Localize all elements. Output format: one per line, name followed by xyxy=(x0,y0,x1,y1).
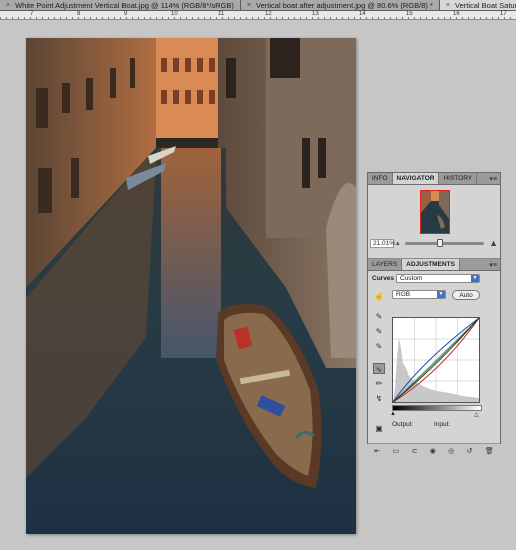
document-tab-label: Vertical Boat Saturation 1.jpg @ 100% (R… xyxy=(454,1,516,10)
document-tab[interactable]: × Vertical boat after adjustment.jpg @ 8… xyxy=(240,0,440,10)
document-tab-label: Vertical boat after adjustment.jpg @ 80.… xyxy=(256,1,433,10)
zoom-slider-handle[interactable] xyxy=(437,238,444,247)
gradient-bar xyxy=(392,405,482,411)
panel-footer: ⇤ ▭ ⊂ ◉ ◎ ↺ 🗑 xyxy=(368,443,500,457)
mountain-small-icon[interactable]: ▴ xyxy=(396,239,400,247)
ruler-number: 7 xyxy=(30,11,34,17)
adjustments-tabs: LAYERS ADJUSTMENTS ▾≡ xyxy=(368,259,500,271)
tab-history[interactable]: HISTORY xyxy=(439,173,478,184)
pencil-icon[interactable]: ✏ xyxy=(373,378,385,389)
preset-select[interactable]: Custom ▼ xyxy=(396,274,480,283)
gray-eyedropper-icon[interactable]: ✎ xyxy=(373,326,385,337)
white-eyedropper-icon[interactable]: ✎ xyxy=(373,341,385,352)
ruler-number: 17 xyxy=(500,11,507,17)
view-previous-icon[interactable]: ◎ xyxy=(448,447,454,455)
channel-select[interactable]: RGB ▼ xyxy=(392,290,446,299)
ruler-number: 16 xyxy=(453,11,460,17)
zoom-field[interactable]: 21.01% xyxy=(370,238,395,248)
zoom-bar: 21.01% ▴ ▲ xyxy=(368,237,500,249)
close-icon[interactable]: × xyxy=(247,0,251,10)
document-tab[interactable]: × White Point Adjustment Vertical Boat.j… xyxy=(0,0,241,10)
trash-icon[interactable]: 🗑 xyxy=(485,447,494,455)
document-tab-active[interactable]: × Vertical Boat Saturation 1.jpg @ 100% … xyxy=(439,0,516,10)
chevron-down-icon: ▼ xyxy=(471,275,479,282)
navigator-panel: 21.01% ▴ ▲ xyxy=(368,185,500,259)
document-tab-label: White Point Adjustment Vertical Boat.jpg… xyxy=(15,1,234,10)
targeted-adjust-hand-icon[interactable]: ☝ xyxy=(373,291,385,302)
channel-value: RGB xyxy=(396,291,411,298)
input-label: Input: xyxy=(434,421,451,428)
mountain-large-icon[interactable]: ▲ xyxy=(489,238,498,248)
smooth-icon[interactable]: ↯ xyxy=(373,393,385,404)
black-eyedropper-icon[interactable]: ✎ xyxy=(373,311,385,322)
output-label: Output: xyxy=(392,421,414,428)
canvas-photo[interactable] xyxy=(26,38,356,534)
ruler-number: 13 xyxy=(312,11,319,17)
curves-label: Curves xyxy=(372,275,395,282)
zoom-slider[interactable] xyxy=(404,238,485,247)
panel-group: INFO NAVIGATOR HISTORY ▾≡ 21.01% ▴ ▲ LAY… xyxy=(367,172,501,455)
tab-navigator[interactable]: NAVIGATOR xyxy=(392,173,440,184)
thumbnail-image xyxy=(421,191,449,233)
close-icon[interactable]: × xyxy=(446,0,450,10)
clipping-warning-icon[interactable]: ▣ xyxy=(373,423,385,434)
navigator-thumbnail[interactable] xyxy=(420,190,450,234)
white-point-slider[interactable]: △ xyxy=(474,411,479,418)
ruler-number: 12 xyxy=(265,11,272,17)
auto-button[interactable]: Auto xyxy=(452,290,480,300)
tab-info[interactable]: INFO xyxy=(368,173,393,184)
curve-edit-icon[interactable]: ∿ xyxy=(373,363,385,374)
tab-layers[interactable]: LAYERS xyxy=(368,259,403,270)
panel-menu-icon[interactable]: ▾≡ xyxy=(489,175,497,183)
expanded-view-icon[interactable]: ▭ xyxy=(392,447,399,455)
ruler-number: 15 xyxy=(406,11,413,17)
preset-value: Custom xyxy=(400,275,423,282)
panel-menu-icon[interactable]: ▾≡ xyxy=(489,261,497,269)
close-icon[interactable]: × xyxy=(6,0,10,10)
document-tab-bar: × White Point Adjustment Vertical Boat.j… xyxy=(0,0,516,11)
ruler-number: 8 xyxy=(77,11,81,17)
ruler-number: 14 xyxy=(359,11,366,17)
adjustments-panel: Curves Custom ▼ ☝ RGB ▼ Auto ✎ ✎ ✎ ∿ ✏ ↯… xyxy=(368,271,500,457)
reset-icon[interactable]: ↺ xyxy=(467,447,473,455)
ruler-number: 9 xyxy=(124,11,128,17)
black-point-slider[interactable]: ▲ xyxy=(390,411,396,417)
navigator-tabs: INFO NAVIGATOR HISTORY ▾≡ xyxy=(368,173,500,185)
curves-graph[interactable] xyxy=(392,317,480,403)
return-to-list-icon[interactable]: ⇤ xyxy=(374,447,380,455)
horizontal-ruler: 7 8 9 10 11 12 13 14 15 16 17 xyxy=(0,11,516,20)
ruler-number: 10 xyxy=(171,11,178,17)
clip-to-layer-icon[interactable]: ⊂ xyxy=(411,447,417,455)
curves-plot xyxy=(392,317,480,403)
visibility-eye-icon[interactable]: ◉ xyxy=(430,447,436,455)
tab-adjustments[interactable]: ADJUSTMENTS xyxy=(402,259,460,270)
canal-photo-image xyxy=(26,38,356,534)
chevron-down-icon: ▼ xyxy=(437,291,445,298)
ruler-number: 11 xyxy=(218,11,225,17)
